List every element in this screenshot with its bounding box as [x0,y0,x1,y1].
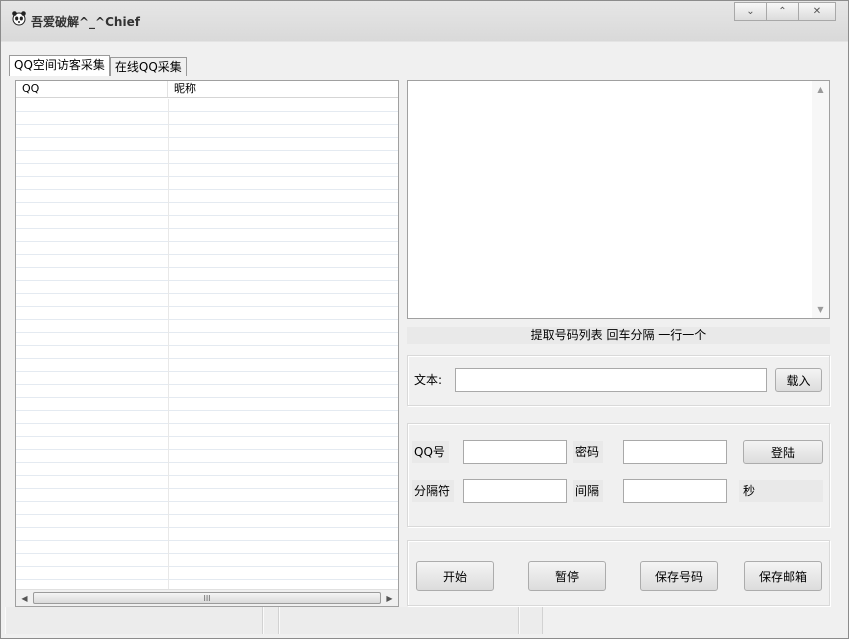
column-header-nickname[interactable]: 昵称 [168,81,398,97]
client-area: QQ空间访客采集 在线QQ采集 QQ 昵称 ◀ III ▶ ▲ ▼ 提取号码列表… [5,46,831,607]
title-bar[interactable]: 吾爱破解^_^Chief ⌄ ⌃ ✕ [1,1,848,45]
separator-input[interactable] [463,479,567,503]
panda-icon [12,11,26,26]
status-panel-3 [279,607,519,634]
interval-input[interactable] [623,479,727,503]
load-group: 文本: 载入 [407,355,830,406]
list-rows[interactable] [16,99,398,589]
password-label: 密码 [573,441,604,463]
qq-list[interactable]: QQ 昵称 ◀ III ▶ [15,80,399,607]
app-window: 吾爱破解^_^Chief ⌄ ⌃ ✕ QQ空间访客采集 在线QQ采集 QQ 昵称… [0,0,849,639]
grip-icon: III [203,593,211,603]
text-label: 文本: [414,373,443,387]
qq-input[interactable] [463,440,567,464]
tab-online-qq[interactable]: 在线QQ采集 [109,57,187,76]
status-panel-4 [519,607,543,634]
number-list-textarea[interactable]: ▲ ▼ [407,80,830,319]
login-group: QQ号 密码 登陆 分隔符 间隔 秒 [407,423,830,527]
scroll-up-icon[interactable]: ▲ [812,81,829,98]
window-controls: ⌄ ⌃ ✕ [734,2,836,21]
password-input[interactable] [623,440,727,464]
start-button[interactable]: 开始 [416,561,494,591]
close-button[interactable]: ✕ [798,2,836,21]
status-panel-1 [5,607,263,634]
actions-group: 开始 暂停 保存号码 保存邮箱 [407,540,830,606]
vertical-scrollbar[interactable]: ▲ ▼ [812,81,829,318]
text-file-input[interactable] [455,368,767,392]
tab-strip: QQ空间访客采集 在线QQ采集 [9,55,187,76]
scroll-thumb[interactable]: III [33,592,381,604]
list-header: QQ 昵称 [16,81,398,98]
window-title: 吾爱破解^_^Chief [31,15,140,29]
scroll-right-icon[interactable]: ▶ [381,590,398,606]
minimize-button[interactable]: ⌄ [734,2,767,21]
column-header-qq[interactable]: QQ [16,81,168,97]
maximize-button[interactable]: ⌃ [766,2,799,21]
extract-hint-label: 提取号码列表 回车分隔 一行一个 [407,327,830,344]
horizontal-scrollbar[interactable]: ◀ III ▶ [16,589,398,606]
pause-button[interactable]: 暂停 [528,561,606,591]
login-button[interactable]: 登陆 [743,440,823,464]
status-panel-2 [263,607,279,634]
tab-qzone-visitors[interactable]: QQ空间访客采集 [9,55,110,76]
qq-label: QQ号 [412,441,449,463]
load-button[interactable]: 载入 [775,368,822,392]
seconds-label: 秒 [739,480,823,502]
status-bar [5,607,831,634]
save-emails-button[interactable]: 保存邮箱 [744,561,822,591]
save-numbers-button[interactable]: 保存号码 [640,561,718,591]
scroll-down-icon[interactable]: ▼ [812,301,829,318]
scroll-left-icon[interactable]: ◀ [16,590,33,606]
interval-label: 间隔 [573,480,604,502]
separator-label: 分隔符 [412,480,455,502]
column-divider [168,99,169,589]
